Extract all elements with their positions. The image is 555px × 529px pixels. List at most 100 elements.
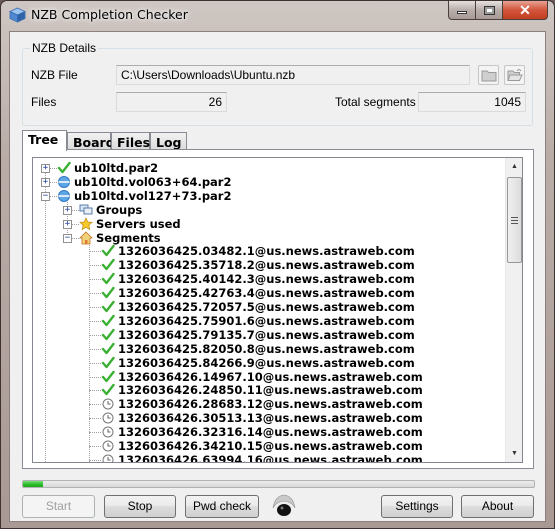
- maximize-icon: [483, 5, 495, 15]
- expand-icon[interactable]: +: [41, 164, 50, 173]
- tree-guide-line: [89, 348, 101, 350]
- clock-icon: [102, 440, 114, 452]
- tree-node[interactable]: 1326036426.30513.13@us.news.astraweb.com: [101, 411, 423, 425]
- tree-guide-line: [89, 432, 101, 434]
- tree-node-label: 1326036425.84266.9@us.news.astraweb.com: [118, 355, 415, 370]
- check-icon: [101, 314, 115, 327]
- tree-node-label: 1326036425.40142.3@us.news.astraweb.com: [118, 272, 415, 287]
- tree-node[interactable]: 1326036425.72057.5@us.news.astraweb.com: [101, 300, 415, 314]
- title-bar[interactable]: NZB Completion Checker ✕: [1, 1, 554, 29]
- check-icon: [101, 259, 115, 271]
- tab-tree[interactable]: Tree: [22, 130, 67, 151]
- tree-node[interactable]: Segments: [79, 231, 161, 245]
- group-title: NZB Details: [30, 41, 99, 55]
- minimize-button[interactable]: [448, 1, 475, 20]
- expand-icon[interactable]: +: [63, 219, 72, 229]
- check-icon: [101, 356, 115, 368]
- tree-node-label: 1326036425.72057.5@us.news.astraweb.com: [118, 300, 415, 314]
- clock-icon: [102, 426, 114, 438]
- tree-node[interactable]: 1326036425.42763.4@us.news.astraweb.com: [101, 286, 415, 300]
- tree-node[interactable]: ub10ltd.vol063+64.par2: [57, 175, 231, 189]
- progress-fill: [23, 481, 44, 487]
- eye-logo-icon: [272, 494, 296, 516]
- scroll-up-arrow-icon[interactable]: ▲: [506, 158, 522, 175]
- total-segments-field: 1045: [418, 92, 526, 112]
- check-icon: [101, 272, 115, 285]
- tree-node-label: 1326036425.75901.6@us.news.astraweb.com: [118, 313, 415, 328]
- close-button[interactable]: ✕: [502, 1, 548, 20]
- clock-icon: [102, 398, 114, 410]
- home-icon: [79, 230, 93, 244]
- check-icon: [101, 286, 115, 299]
- tree-node-label: 1326036426.63994.16@us.news.astraweb.com: [118, 452, 423, 462]
- scroll-down-arrow-icon[interactable]: ▼: [506, 445, 522, 462]
- tree-node-label: 1326036425.79135.7@us.news.astraweb.com: [118, 327, 415, 342]
- tree-node-label: 1326036425.42763.4@us.news.astraweb.com: [118, 286, 415, 301]
- tree-node-label: Servers used: [96, 216, 181, 231]
- maximize-button[interactable]: [475, 1, 502, 20]
- tree-node[interactable]: 1326036425.35718.2@us.news.astraweb.com: [101, 258, 415, 272]
- app-cube-icon: [9, 7, 26, 23]
- tree-guide-line: [89, 404, 101, 406]
- scroll-thumb[interactable]: [507, 177, 522, 263]
- tree-node-label: Groups: [96, 202, 143, 217]
- pwd-check-button[interactable]: Pwd check: [185, 495, 259, 518]
- settings-button[interactable]: Settings: [381, 495, 453, 518]
- tree-guide-line: [89, 418, 101, 420]
- tree-node[interactable]: 1326036425.03482.1@us.news.astraweb.com: [101, 244, 415, 258]
- stop-button[interactable]: Stop: [104, 495, 176, 518]
- blue-ball-icon: [58, 189, 70, 202]
- tree-node[interactable]: 1326036426.24850.11@us.news.astraweb.com: [101, 383, 423, 397]
- tree-node-label: ub10ltd.vol063+64.par2: [74, 174, 232, 189]
- tree-node[interactable]: 1326036425.82050.8@us.news.astraweb.com: [101, 342, 415, 356]
- tree-node[interactable]: 1326036426.14967.10@us.news.astraweb.com: [101, 370, 423, 384]
- tree-node[interactable]: ub10ltd.vol127+73.par2: [57, 189, 231, 203]
- tree-node[interactable]: 1326036426.32316.14@us.news.astraweb.com: [101, 425, 423, 439]
- open-button[interactable]: [504, 65, 525, 85]
- tree-node[interactable]: 1326036425.79135.7@us.news.astraweb.com: [101, 328, 415, 342]
- check-icon: [57, 161, 71, 174]
- expand-icon[interactable]: +: [63, 205, 72, 215]
- folder-open-icon: [506, 69, 523, 81]
- nzb-file-field[interactable]: C:\Users\Downloads\Ubuntu.nzb: [116, 65, 470, 85]
- tree-node[interactable]: ub10ltd.par2: [57, 161, 158, 175]
- about-button[interactable]: About: [461, 495, 534, 518]
- tree-node[interactable]: 1326036426.28683.12@us.news.astraweb.com: [101, 397, 423, 411]
- tree-guide-line: [89, 320, 101, 322]
- tree-node[interactable]: 1326036426.63994.16@us.news.astraweb.com: [101, 453, 423, 462]
- expand-icon[interactable]: +: [41, 177, 50, 187]
- tree-node[interactable]: 1326036425.84266.9@us.news.astraweb.com: [101, 356, 415, 370]
- tab-board[interactable]: Board: [67, 132, 115, 150]
- nzb-details-group: NZB Details: [22, 41, 533, 126]
- tree-node-label: 1326036426.24850.11@us.news.astraweb.com: [118, 383, 423, 398]
- collapse-icon[interactable]: −: [41, 191, 50, 201]
- tab-log[interactable]: Log: [150, 132, 187, 150]
- check-icon: [101, 384, 115, 396]
- tree-node-label: 1326036426.32316.14@us.news.astraweb.com: [118, 425, 423, 440]
- client-area: NZB Details NZB File C:\Users\Downloads\…: [9, 31, 546, 522]
- tree-node[interactable]: 1326036426.34210.15@us.news.astraweb.com: [101, 439, 423, 453]
- tab-files[interactable]: Files: [111, 132, 150, 150]
- tree-guide-line: [89, 293, 101, 295]
- tree-guide-line: [89, 362, 101, 364]
- progress-bar: [22, 480, 535, 488]
- tree-guide-line: [89, 237, 90, 462]
- tree-node-label: 1326036426.34210.15@us.news.astraweb.com: [118, 439, 423, 453]
- vertical-scrollbar[interactable]: ▲ ▼: [505, 158, 522, 462]
- browse-button[interactable]: [478, 65, 499, 85]
- segment-tree[interactable]: + ub10ltd.par2 + ub10ltd.vol063+64.par2 − ub1…: [32, 157, 523, 463]
- tree-node[interactable]: 1326036425.75901.6@us.news.astraweb.com: [101, 314, 415, 328]
- collapse-icon[interactable]: −: [63, 233, 72, 243]
- tree-tab-panel: + ub10ltd.par2 + ub10ltd.vol063+64.par2 − ub1…: [22, 149, 534, 469]
- tree-guide-line: [89, 334, 101, 336]
- tree-node[interactable]: 1326036425.40142.3@us.news.astraweb.com: [101, 272, 415, 286]
- start-button[interactable]: Start: [22, 495, 95, 518]
- window-title: NZB Completion Checker: [31, 7, 188, 22]
- check-icon: [101, 370, 115, 382]
- tree-node-label: 1326036425.82050.8@us.news.astraweb.com: [118, 341, 415, 356]
- tree-node[interactable]: Servers used: [79, 217, 181, 231]
- tree-node-label: 1326036426.28683.12@us.news.astraweb.com: [118, 397, 423, 412]
- tree-node[interactable]: Groups: [79, 203, 142, 217]
- clock-icon: [102, 454, 114, 462]
- check-icon: [101, 328, 115, 340]
